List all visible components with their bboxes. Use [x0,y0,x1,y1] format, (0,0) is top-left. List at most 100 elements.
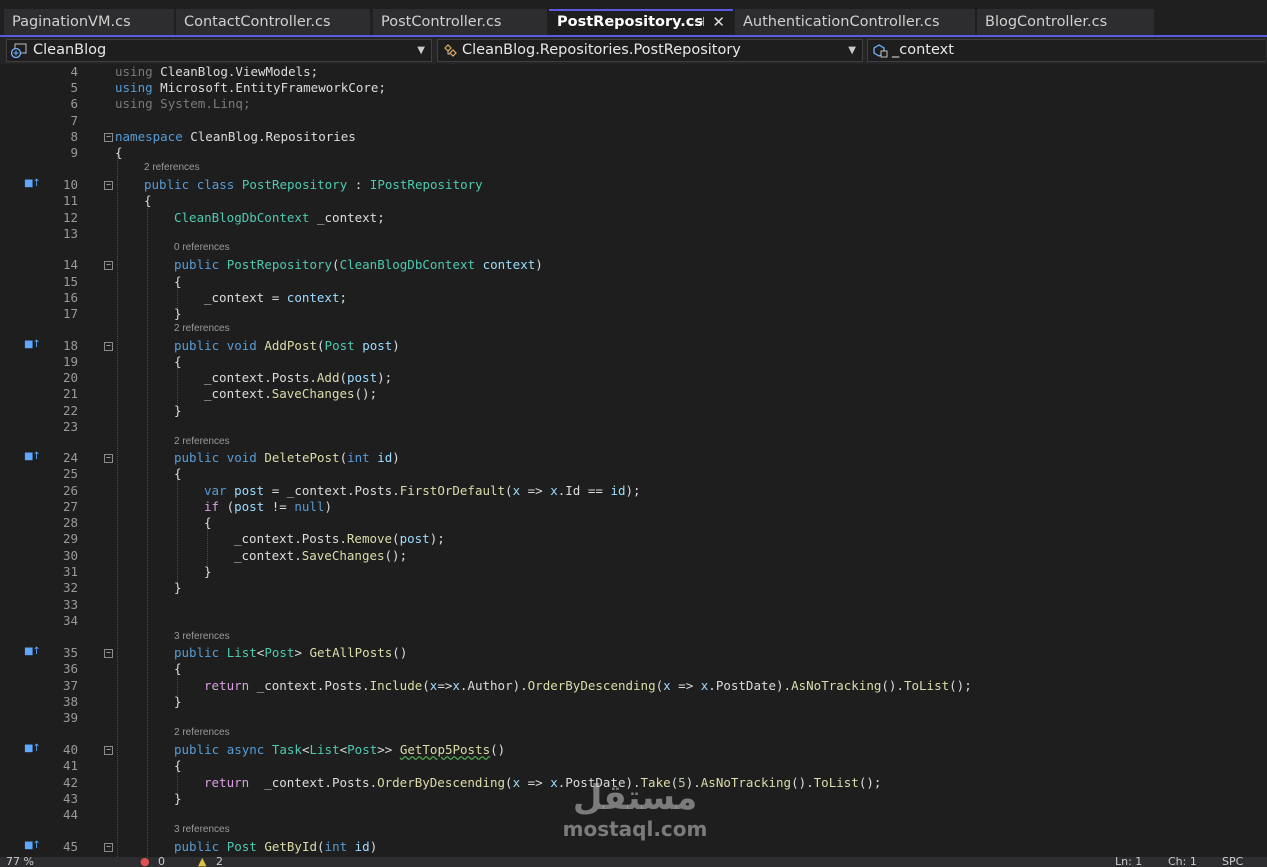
code-line-36[interactable]: { [174,661,182,677]
collapse-icon[interactable]: − [104,746,113,755]
collapse-icon[interactable]: − [104,261,113,270]
line-number: 16 [62,290,78,305]
tab-contactcontroller[interactable]: ContactController.cs [176,9,370,35]
member-dropdown[interactable]: _context [867,39,1265,62]
code-line-21[interactable]: _context.SaveChanges(); [204,386,377,402]
collapse-icon[interactable]: − [104,843,113,852]
code-line-15[interactable]: { [174,274,182,290]
implements-indicator-icon[interactable]: ■↑ [24,451,41,462]
line-number: 12 [62,210,78,225]
implements-indicator-icon[interactable]: ■↑ [24,339,41,350]
code-line-9[interactable]: { [115,145,123,161]
code-token: ( [505,483,513,498]
code-line-18[interactable]: public void AddPost(Post post) [174,338,400,354]
code-line-6[interactable]: using System.Linq; [115,96,250,112]
code-line-17[interactable]: } [174,306,182,322]
code-line-11[interactable]: { [144,193,152,209]
line-number: 26 [62,483,78,498]
code-line-35[interactable]: public List<Post> GetAllPosts() [174,645,407,661]
tab-authenticationcontroller[interactable]: AuthenticationController.cs [735,9,975,35]
type-token: PostRepository [226,257,333,272]
tab-label: AuthenticationController.cs [743,14,940,30]
tab-blogcontroller[interactable]: BlogController.cs [977,9,1154,35]
code-token: (). [791,775,814,790]
pin-icon[interactable]: ⊣ [694,11,705,34]
codelens-references[interactable]: 2 references [174,727,230,739]
code-line-8[interactable]: namespace CleanBlog.Repositories [115,129,356,145]
method-token: ToList [903,678,950,693]
error-icon[interactable]: ● [140,857,150,867]
line-number: 24 [62,450,78,465]
warning-count[interactable]: 2 [216,857,223,867]
code-token: (); [384,548,408,563]
code-line-20[interactable]: _context.Posts.Add(post); [204,370,392,386]
implements-indicator-icon[interactable]: ■↑ [24,178,41,189]
keyword-token: using [115,80,153,95]
code-token: ( [422,678,430,693]
encoding-indicator[interactable]: SPC [1222,857,1243,867]
code-line-14[interactable]: public PostRepository(CleanBlogDbContext… [174,257,543,273]
codelens-references[interactable]: 2 references [144,162,200,174]
implements-indicator-icon[interactable]: ■↑ [24,840,41,851]
code-line-16[interactable]: _context = context; [204,290,347,306]
code-line-40[interactable]: public async Task<List<Post>> GetTop5Pos… [174,742,505,758]
tab-postcontroller[interactable]: PostController.cs [373,9,547,35]
codelens-references[interactable]: 2 references [174,323,230,335]
code-line-22[interactable]: } [174,403,182,419]
warning-icon[interactable]: ▲ [198,857,206,867]
brace-token: { [174,466,182,481]
error-count[interactable]: 0 [158,857,165,867]
code-token: => [520,775,551,790]
tab-postrepository[interactable]: PostRepository.cs ⊣ ✕ [549,9,733,35]
code-line-42[interactable]: return _context.Posts.OrderByDescending(… [204,775,881,791]
line-number: 30 [62,548,78,563]
collapse-icon[interactable]: − [104,181,113,190]
code-line-45[interactable]: public Post GetById(int id) [174,839,377,855]
brace-token: } [174,694,182,709]
code-line-19[interactable]: { [174,354,182,370]
code-line-28[interactable]: { [204,515,212,531]
implements-indicator-icon[interactable]: ■↑ [24,743,41,754]
code-line-37[interactable]: return _context.Posts.Include(x=>x.Autho… [204,678,972,694]
codelens-references[interactable]: 0 references [174,242,230,254]
param-token: x [663,678,671,693]
zoom-level[interactable]: 77 % [6,857,34,867]
project-dropdown[interactable]: CleanBlog ▼ [6,39,432,62]
code-line-24[interactable]: public void DeletePost(int id) [174,450,400,466]
class-dropdown[interactable]: CleanBlog.Repositories.PostRepository ▼ [437,39,863,62]
tab-paginationvm[interactable]: PaginationVM.cs [4,9,174,35]
code-editor[interactable]: 4 5 6 7 8 9 10 11 12 13 14 15 16 17 18 19 20 21 22 23 24 25 26… [0,64,1267,857]
collapse-icon[interactable]: − [104,342,113,351]
code-line-25[interactable]: { [174,466,182,482]
codelens-references[interactable]: 2 references [174,436,230,448]
param-token: x [512,483,521,498]
method-token: GetAllPosts [309,645,393,660]
code-line-41[interactable]: { [174,758,182,774]
collapse-icon[interactable]: − [104,133,113,142]
code-token: (); [354,386,378,401]
code-line-4[interactable]: using CleanBlog.ViewModels; [115,64,318,80]
code-line-12[interactable]: CleanBlogDbContext _context; [174,210,385,226]
close-icon[interactable]: ✕ [712,11,725,34]
code-line-10[interactable]: public class PostRepository : IPostRepos… [144,177,483,193]
codelens-references[interactable]: 3 references [174,631,230,643]
code-line-26[interactable]: var post = _context.Posts.FirstOrDefault… [204,483,641,499]
code-line-38[interactable]: } [174,694,182,710]
keyword-token: using [115,96,153,111]
param-token: post [234,483,265,498]
collapse-icon[interactable]: − [104,649,113,658]
collapse-icon[interactable]: − [104,454,113,463]
code-line-43[interactable]: } [174,791,182,807]
code-line-31[interactable]: } [204,564,212,580]
codelens-references[interactable]: 3 references [174,824,230,836]
method-token: AddPost [264,338,318,353]
line-number: 20 [62,370,78,385]
code-line-30[interactable]: _context.SaveChanges(); [234,548,407,564]
code-line-5[interactable]: using Microsoft.EntityFrameworkCore; [115,80,386,96]
implements-indicator-icon[interactable]: ■↑ [24,646,41,657]
code-line-29[interactable]: _context.Posts.Remove(post); [234,531,445,547]
code-line-32[interactable]: } [174,580,182,596]
keyword-token: async [226,742,265,757]
code-token: .Author). [459,678,528,693]
code-line-27[interactable]: if (post != null) [204,499,332,515]
